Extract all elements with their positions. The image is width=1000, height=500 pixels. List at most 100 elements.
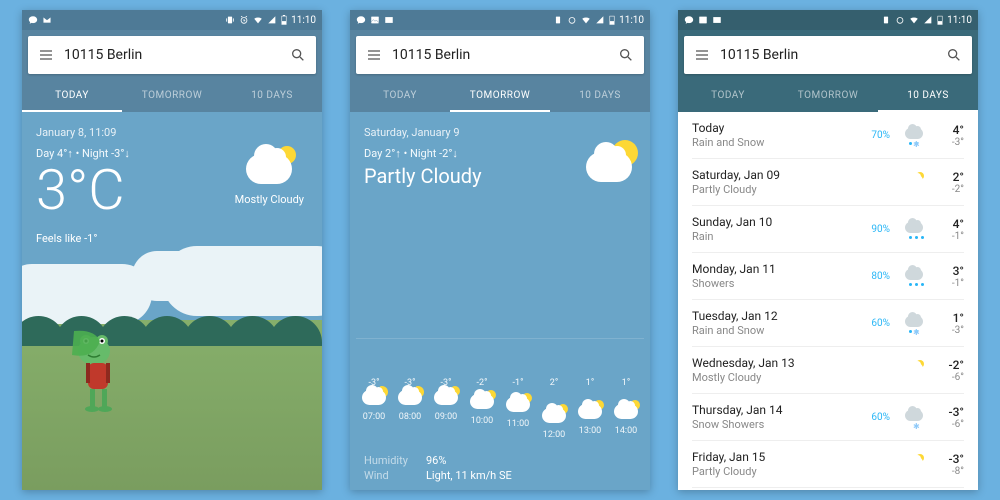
hourly-item[interactable]: -3°08:00 bbox=[392, 378, 428, 440]
forecast-weather-icon bbox=[900, 175, 928, 189]
forecast-list: TodayRain and Snow70%✱4°-3°Saturday, Jan… bbox=[678, 112, 978, 488]
forecast-weather-icon bbox=[900, 457, 928, 471]
forecast-condition: Rain bbox=[692, 230, 866, 243]
hour-weather-icon bbox=[572, 404, 608, 422]
vibrate-icon bbox=[881, 15, 891, 25]
search-location: 10115 Berlin bbox=[382, 47, 618, 63]
status-bar: 11:10 bbox=[350, 10, 650, 30]
forecast-row[interactable]: Friday, Jan 15Partly Cloudy-3°-8° bbox=[692, 441, 964, 488]
forecast-condition: Rain and Snow bbox=[692, 136, 866, 149]
hourly-item[interactable]: -3°07:00 bbox=[356, 378, 392, 440]
forecast-row[interactable]: Tuesday, Jan 12Rain and Snow60%✱1°-3° bbox=[692, 300, 964, 347]
search-icon[interactable] bbox=[946, 47, 962, 63]
tab-10days[interactable]: 10 DAYS bbox=[878, 80, 978, 112]
hamburger-icon[interactable] bbox=[366, 47, 382, 63]
signal-icon bbox=[923, 15, 933, 25]
hour-time: 10:00 bbox=[464, 416, 500, 426]
forecast-condition: Rain and Snow bbox=[692, 324, 866, 337]
status-bar: 11:10 bbox=[678, 10, 978, 30]
tab-today[interactable]: TODAY bbox=[22, 80, 122, 112]
tab-today[interactable]: TODAY bbox=[678, 80, 778, 112]
forecast-low: -3° bbox=[934, 325, 964, 336]
forecast-precip: 80% bbox=[866, 271, 890, 282]
hour-time: 14:00 bbox=[608, 426, 644, 436]
wifi-icon bbox=[253, 15, 263, 25]
forecast-condition: Mostly Cloudy bbox=[692, 371, 866, 384]
forecast-precip: 60% bbox=[866, 318, 890, 329]
hour-weather-icon bbox=[356, 390, 392, 408]
partly-cloudy-icon bbox=[586, 152, 632, 185]
forecast-low: -3° bbox=[934, 137, 964, 148]
tab-today[interactable]: TODAY bbox=[350, 80, 450, 112]
forecast-high: -2° bbox=[934, 358, 964, 372]
hour-weather-icon bbox=[392, 390, 428, 408]
search-container: 10115 Berlin bbox=[678, 30, 978, 80]
tendays-body[interactable]: TodayRain and Snow70%✱4°-3°Saturday, Jan… bbox=[678, 112, 978, 490]
scenic-cloud bbox=[132, 251, 242, 301]
hourly-item[interactable]: -1°11:00 bbox=[500, 378, 536, 440]
hourly-forecast[interactable]: -3°07:00-3°08:00-3°09:00-2°10:00-1°11:00… bbox=[350, 378, 650, 440]
tab-10days[interactable]: 10 DAYS bbox=[222, 80, 322, 112]
tab-tomorrow[interactable]: TOMORROW bbox=[122, 80, 222, 112]
today-datetime: January 8, 11:09 bbox=[36, 126, 308, 139]
hour-temp: 1° bbox=[608, 378, 644, 388]
search-location: 10115 Berlin bbox=[710, 47, 946, 63]
forecast-weather-icon: ✱ bbox=[900, 128, 928, 142]
search-card[interactable]: 10115 Berlin bbox=[28, 36, 316, 74]
tomorrow-metrics: Humidity96% WindLight, 11 km/h SE bbox=[364, 452, 512, 482]
tab-tomorrow[interactable]: TOMORROW bbox=[450, 80, 550, 112]
search-icon[interactable] bbox=[290, 47, 306, 63]
chat-icon bbox=[28, 15, 38, 25]
hamburger-icon[interactable] bbox=[38, 47, 54, 63]
forecast-row[interactable]: Sunday, Jan 10Rain90%4°-1° bbox=[692, 206, 964, 253]
forecast-day: Thursday, Jan 14 bbox=[692, 403, 866, 417]
forecast-row[interactable]: TodayRain and Snow70%✱4°-3° bbox=[692, 112, 964, 159]
wind-label: Wind bbox=[364, 469, 416, 482]
forecast-row[interactable]: Saturday, Jan 09Partly Cloudy2°-2° bbox=[692, 159, 964, 206]
forecast-row[interactable]: Wednesday, Jan 13Mostly Cloudy-2°-6° bbox=[692, 347, 964, 394]
phone-screen-tomorrow: 11:10 10115 Berlin TODAY TOMORROW 10 DAY… bbox=[350, 10, 650, 490]
search-container: 10115 Berlin bbox=[350, 30, 650, 80]
status-time: 11:10 bbox=[619, 15, 644, 26]
hour-weather-icon bbox=[608, 404, 644, 422]
search-icon[interactable] bbox=[618, 47, 634, 63]
hourly-item[interactable]: -3°09:00 bbox=[428, 378, 464, 440]
forecast-row[interactable]: Thursday, Jan 14Snow Showers60%✱-3°-6° bbox=[692, 394, 964, 441]
search-card[interactable]: 10115 Berlin bbox=[356, 36, 644, 74]
forecast-condition: Partly Cloudy bbox=[692, 465, 866, 478]
tomorrow-date: Saturday, January 9 bbox=[364, 126, 636, 139]
tabs: TODAY TOMORROW 10 DAYS bbox=[350, 80, 650, 112]
search-container: 10115 Berlin bbox=[22, 30, 322, 80]
hour-time: 13:00 bbox=[572, 426, 608, 436]
forecast-day: Sunday, Jan 10 bbox=[692, 215, 866, 229]
humidity-label: Humidity bbox=[364, 454, 416, 467]
phone-screen-today: 11:10 10115 Berlin TODAY TOMORROW 10 DAY… bbox=[22, 10, 322, 490]
hour-time: 09:00 bbox=[428, 412, 464, 422]
status-time: 11:10 bbox=[291, 15, 316, 26]
search-card[interactable]: 10115 Berlin bbox=[684, 36, 972, 74]
mail-icon bbox=[42, 15, 52, 25]
hourly-item[interactable]: 1° 14:00 bbox=[608, 378, 644, 440]
alarm-icon bbox=[567, 15, 577, 25]
vibrate-icon bbox=[225, 15, 235, 25]
hourly-item[interactable]: 2°12:00 bbox=[536, 378, 572, 440]
wifi-icon bbox=[581, 15, 591, 25]
alarm-icon bbox=[239, 15, 249, 25]
today-feelslike: Feels like -1° bbox=[36, 232, 308, 245]
humidity-value: 96% bbox=[426, 454, 446, 467]
forecast-low: -6° bbox=[934, 419, 964, 430]
forecast-row[interactable]: Monday, Jan 11Showers80%3°-1° bbox=[692, 253, 964, 300]
forecast-day: Saturday, Jan 09 bbox=[692, 168, 866, 182]
mail-icon bbox=[712, 15, 722, 25]
tab-10days[interactable]: 10 DAYS bbox=[550, 80, 650, 112]
hourly-item[interactable]: -2°10:00 bbox=[464, 378, 500, 440]
hour-weather-icon bbox=[464, 394, 500, 412]
status-bar: 11:10 bbox=[22, 10, 322, 30]
hamburger-icon[interactable] bbox=[694, 47, 710, 63]
phone-screen-10days: 11:10 10115 Berlin TODAY TOMORROW 10 DAY… bbox=[678, 10, 978, 490]
tab-tomorrow[interactable]: TOMORROW bbox=[778, 80, 878, 112]
forecast-weather-icon bbox=[900, 222, 928, 236]
hour-time: 11:00 bbox=[500, 419, 536, 429]
hour-temp: 2° bbox=[536, 378, 572, 388]
hourly-item[interactable]: 1°13:00 bbox=[572, 378, 608, 440]
